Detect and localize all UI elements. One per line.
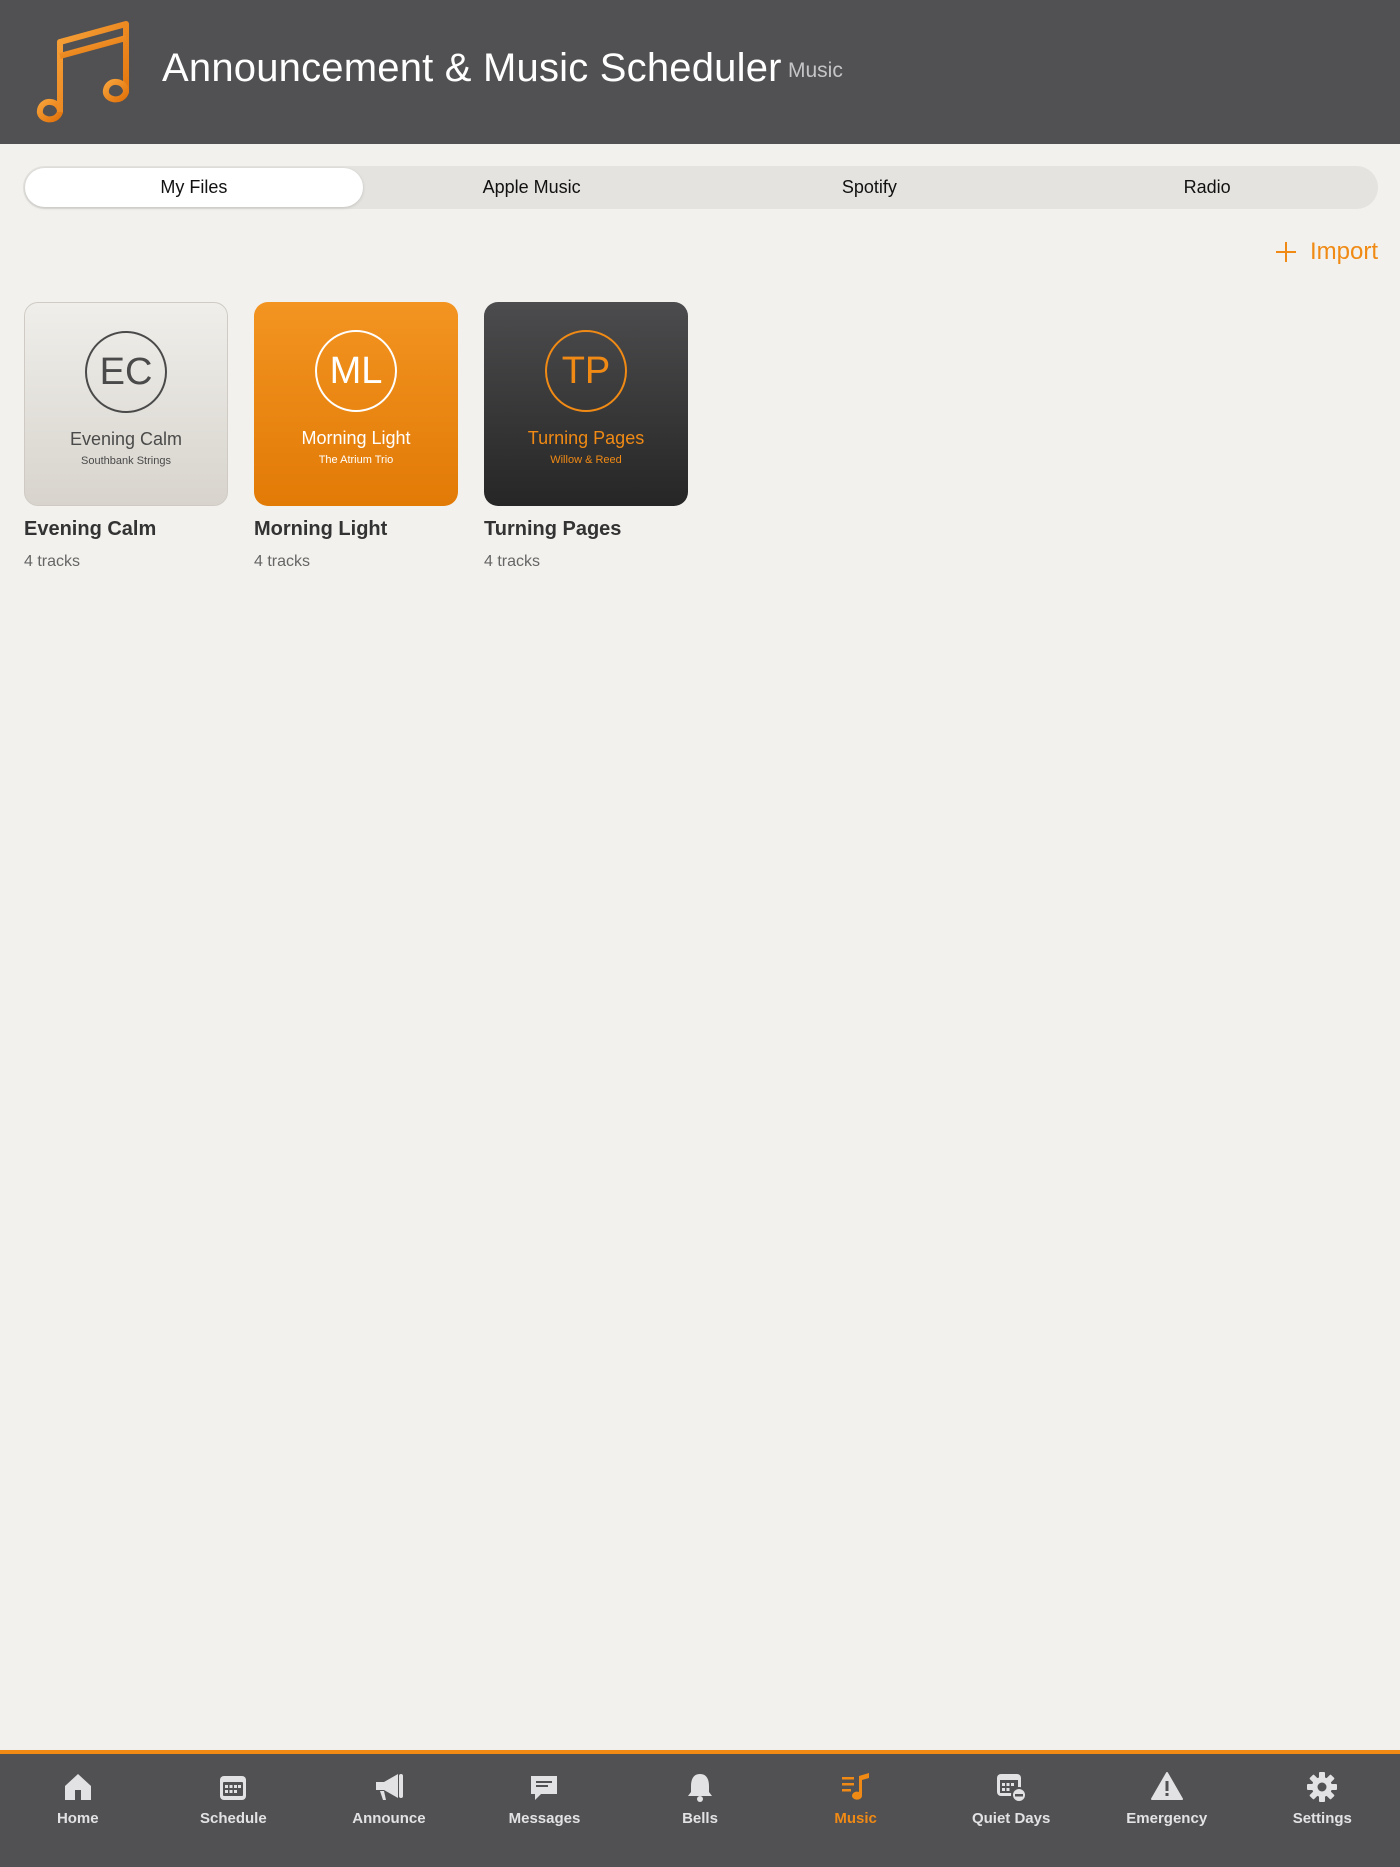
album-track-count: 4 tracks (484, 553, 541, 570)
calendar-icon (220, 1776, 247, 1800)
tab-settings[interactable]: Settings (1245, 1754, 1400, 1867)
tab-messages[interactable]: Messages (467, 1754, 623, 1867)
segment-radio[interactable]: Radio (1038, 168, 1376, 207)
album-card[interactable]: TP Turning Pages Willow & Reed Turning P… (484, 302, 688, 571)
tab-announce[interactable]: Announce (311, 1754, 467, 1867)
home-icon (64, 1774, 91, 1800)
tab-quiet-days[interactable]: Quiet Days (933, 1754, 1089, 1867)
album-cover[interactable]: TP Turning Pages Willow & Reed (484, 302, 688, 506)
import-label: Import (1309, 238, 1378, 265)
tab-schedule[interactable]: Schedule (156, 1754, 312, 1867)
segment-my-files[interactable]: My Files (25, 168, 363, 207)
calendar-minus-icon (997, 1774, 1028, 1803)
source-segmented-control: My Files Apple Music Spotify Radio (23, 166, 1378, 209)
bottom-tab-bar: Home Schedule Announce Messages Bells Mu… (0, 1750, 1400, 1867)
section-label: Music (788, 59, 843, 82)
app-header: Announcement & Music Scheduler Music (0, 0, 1400, 144)
cover-artist: Southbank Strings (81, 455, 171, 467)
music-list-icon (841, 1773, 869, 1800)
cover-title: Turning Pages (527, 428, 645, 448)
album-cover[interactable]: ML Morning Light The Atrium Trio (254, 302, 458, 506)
album-track-count: 4 tracks (254, 553, 311, 570)
segment-apple-music[interactable]: Apple Music (363, 168, 701, 207)
cover-title: Morning Light (301, 428, 411, 448)
warning-icon (1150, 1772, 1183, 1800)
album-name: Evening Calm (24, 518, 157, 540)
gear-icon (1307, 1772, 1338, 1802)
album-name: Morning Light (254, 518, 388, 540)
tab-home[interactable]: Home (0, 1754, 156, 1867)
cover-title: Evening Calm (69, 429, 183, 449)
message-bubble-icon (531, 1776, 558, 1800)
cover-artist: Willow & Reed (550, 454, 622, 466)
cover-artist: The Atrium Trio (318, 454, 394, 466)
bell-icon (688, 1774, 713, 1802)
megaphone-icon (375, 1774, 403, 1800)
tab-emergency[interactable]: Emergency (1089, 1754, 1245, 1867)
import-button[interactable]: Import (1274, 236, 1378, 268)
album-card[interactable]: ML Morning Light The Atrium Trio Morning… (254, 302, 458, 571)
music-note-icon (36, 21, 130, 123)
album-track-count: 4 tracks (24, 553, 81, 570)
app-title: Announcement & Music Scheduler (162, 46, 782, 90)
segment-spotify[interactable]: Spotify (701, 168, 1039, 207)
plus-icon (1275, 242, 1296, 262)
album-cover[interactable]: EC Evening Calm Southbank Strings (24, 302, 228, 506)
album-card[interactable]: EC Evening Calm Southbank Strings Evenin… (24, 302, 228, 571)
album-initials: TP (545, 330, 627, 412)
tab-music[interactable]: Music (778, 1754, 934, 1867)
tab-bells[interactable]: Bells (622, 1754, 778, 1867)
album-initials: ML (315, 330, 397, 412)
album-initials: EC (85, 331, 167, 413)
album-name: Turning Pages (484, 518, 622, 540)
